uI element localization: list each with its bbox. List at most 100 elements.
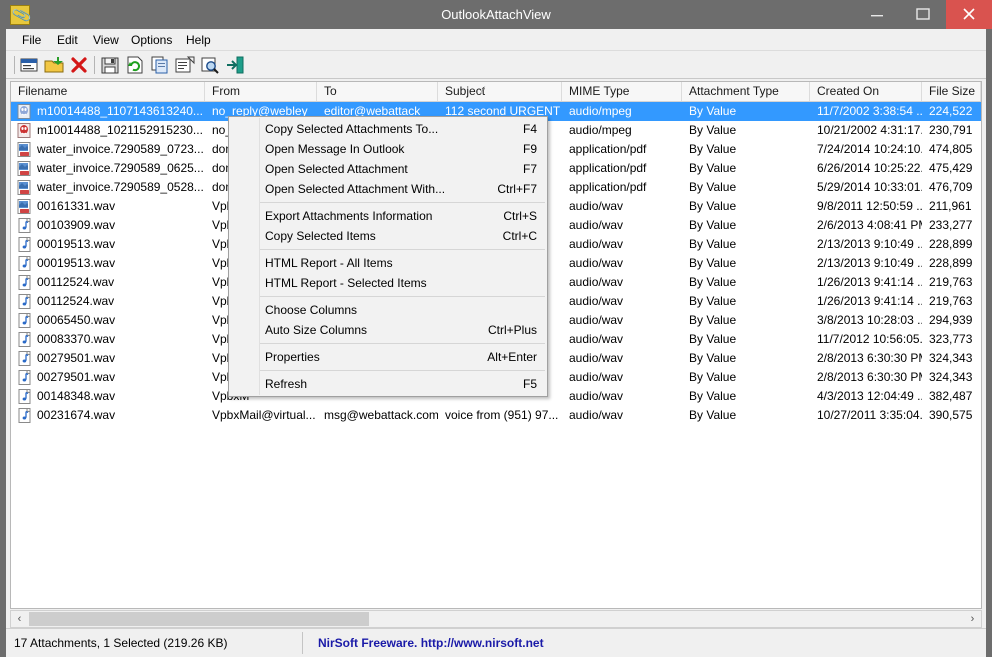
column-header-subject[interactable]: Subject — [438, 82, 562, 101]
cell-mime: audio/wav — [562, 216, 682, 235]
minimize-button[interactable] — [854, 0, 900, 29]
context-menu-item[interactable]: Copy Selected Attachments To...F4 — [229, 119, 547, 139]
context-menu-separator — [260, 370, 545, 371]
close-button[interactable] — [946, 0, 992, 29]
menu-view[interactable]: View — [85, 31, 127, 49]
context-menu-item[interactable]: Export Attachments InformationCtrl+S — [229, 206, 547, 226]
cell-size: 382,487 — [922, 387, 981, 406]
context-menu-separator — [260, 249, 545, 250]
context-menu-item-shortcut: F7 — [523, 159, 537, 179]
cell-mime: audio/mpeg — [562, 121, 682, 140]
column-header-attachment-type[interactable]: Attachment Type — [682, 82, 810, 101]
context-menu-item[interactable]: Choose Columns — [229, 300, 547, 320]
cell-to: msg@webattack.com — [317, 406, 438, 425]
cell-atype: By Value — [682, 273, 810, 292]
cell-mime: audio/wav — [562, 235, 682, 254]
cell-filename: 00279501.wav — [11, 349, 205, 368]
cell-size: 324,343 — [922, 368, 981, 387]
context-menu-item[interactable]: HTML Report - All Items — [229, 253, 547, 273]
refresh-page-icon[interactable] — [124, 54, 146, 76]
cell-size: 219,763 — [922, 292, 981, 311]
cell-filename: water_invoice.7290589_0723... — [11, 140, 205, 159]
context-menu-separator — [260, 343, 545, 344]
column-header-created-on[interactable]: Created On — [810, 82, 922, 101]
context-menu-item[interactable]: Auto Size Columns Ctrl+Plus — [229, 320, 547, 340]
scrollbar-thumb[interactable] — [29, 612, 369, 626]
cell-size: 224,522 — [922, 102, 981, 121]
column-header-file-size[interactable]: File Size — [922, 82, 981, 101]
cell-mime: audio/wav — [562, 406, 682, 425]
context-menu-item-label: Open Selected Attachment — [265, 162, 408, 176]
toolbar-divider — [94, 56, 95, 74]
context-menu-item-shortcut: Ctrl+Plus — [488, 320, 537, 340]
cell-size: 211,961 — [922, 197, 981, 216]
context-menu-item[interactable]: Copy Selected ItemsCtrl+C — [229, 226, 547, 246]
cell-filename: water_invoice.7290589_0625... — [11, 159, 205, 178]
column-header-row: Filename From To Subject ∕ MIME Type Att… — [11, 82, 981, 102]
cell-filename: 00279501.wav — [11, 368, 205, 387]
cell-atype: By Value — [682, 102, 810, 121]
context-menu-item[interactable]: HTML Report - Selected Items — [229, 273, 547, 293]
context-menu-item[interactable]: PropertiesAlt+Enter — [229, 347, 547, 367]
context-menu-item[interactable]: Open Selected Attachment With...Ctrl+F7 — [229, 179, 547, 199]
cell-created: 6/26/2014 10:25:22... — [810, 159, 922, 178]
scroll-right-arrow-icon[interactable]: › — [964, 611, 981, 627]
scroll-left-arrow-icon[interactable]: ‹ — [11, 611, 28, 627]
cell-filename: m10014488_1107143613240... — [11, 102, 205, 121]
cell-atype: By Value — [682, 197, 810, 216]
context-menu-item-label: Auto Size Columns — [265, 323, 367, 337]
context-menu-item-label: Choose Columns — [265, 303, 357, 317]
context-menu-item[interactable]: RefreshF5 — [229, 374, 547, 394]
context-menu-separator — [260, 202, 545, 203]
context-menu-item-label: Refresh — [265, 377, 307, 391]
floppy-disk-icon[interactable] — [99, 54, 121, 76]
cell-size: 474,805 — [922, 140, 981, 159]
context-menu-item[interactable]: Open Selected Attachment F7 — [229, 159, 547, 179]
cell-atype: By Value — [682, 406, 810, 425]
cell-mime: application/pdf — [562, 159, 682, 178]
context-menu[interactable]: Copy Selected Attachments To...F4Open Me… — [228, 116, 548, 397]
column-header-filename[interactable]: Filename — [11, 82, 205, 101]
cell-atype: By Value — [682, 216, 810, 235]
cell-created: 1/26/2013 9:41:14 ... — [810, 273, 922, 292]
column-header-from[interactable]: From — [205, 82, 317, 101]
cell-mime: audio/wav — [562, 387, 682, 406]
cell-created: 11/7/2012 10:56:05... — [810, 330, 922, 349]
window-icon[interactable] — [18, 54, 40, 76]
horizontal-scrollbar[interactable]: ‹ › — [10, 610, 982, 628]
cell-mime: audio/wav — [562, 330, 682, 349]
context-menu-item-shortcut: Ctrl+S — [503, 206, 537, 226]
cell-size: 390,575 — [922, 406, 981, 425]
copy-icon[interactable] — [149, 54, 171, 76]
menu-edit[interactable]: Edit — [49, 31, 86, 49]
cell-mime: application/pdf — [562, 178, 682, 197]
cell-from: VpbxMail@virtual... — [205, 406, 317, 425]
column-header-mime-type[interactable]: MIME Type — [562, 82, 682, 101]
cell-created: 10/27/2011 3:35:04... — [810, 406, 922, 425]
cell-created: 5/29/2014 10:33:01... — [810, 178, 922, 197]
menu-options[interactable]: Options — [123, 31, 180, 49]
cell-filename: 00019513.wav — [11, 254, 205, 273]
cell-mime: audio/wav — [562, 311, 682, 330]
exit-door-icon[interactable] — [224, 54, 246, 76]
menu-file[interactable]: File — [14, 31, 49, 49]
cell-created: 2/13/2013 9:10:49 ... — [810, 235, 922, 254]
cell-subject: voice from (951) 97... — [438, 406, 562, 425]
maximize-button[interactable] — [900, 0, 946, 29]
red-x-icon[interactable] — [68, 54, 90, 76]
cell-filename: 00231674.wav — [11, 406, 205, 425]
context-menu-item-label: Copy Selected Attachments To... — [265, 122, 438, 136]
context-menu-item-label: Open Selected Attachment With... — [265, 182, 445, 196]
context-menu-item-label: HTML Report - All Items — [265, 256, 393, 270]
status-nirsoft-link[interactable]: NirSoft Freeware. http://www.nirsoft.net — [318, 631, 544, 655]
column-header-to[interactable]: To — [317, 82, 438, 101]
context-menu-item-label: Properties — [265, 350, 320, 364]
context-menu-item[interactable]: Open Message In OutlookF9 — [229, 139, 547, 159]
properties-icon[interactable] — [174, 54, 196, 76]
window-title: OutlookAttachView — [0, 0, 992, 29]
menu-help[interactable]: Help — [178, 31, 219, 49]
folder-export-icon[interactable] — [43, 54, 65, 76]
cell-created: 7/24/2014 10:24:10... — [810, 140, 922, 159]
magnifier-icon[interactable] — [199, 54, 221, 76]
table-row[interactable]: 00231674.wavVpbxMail@virtual...msg@webat… — [11, 406, 981, 425]
